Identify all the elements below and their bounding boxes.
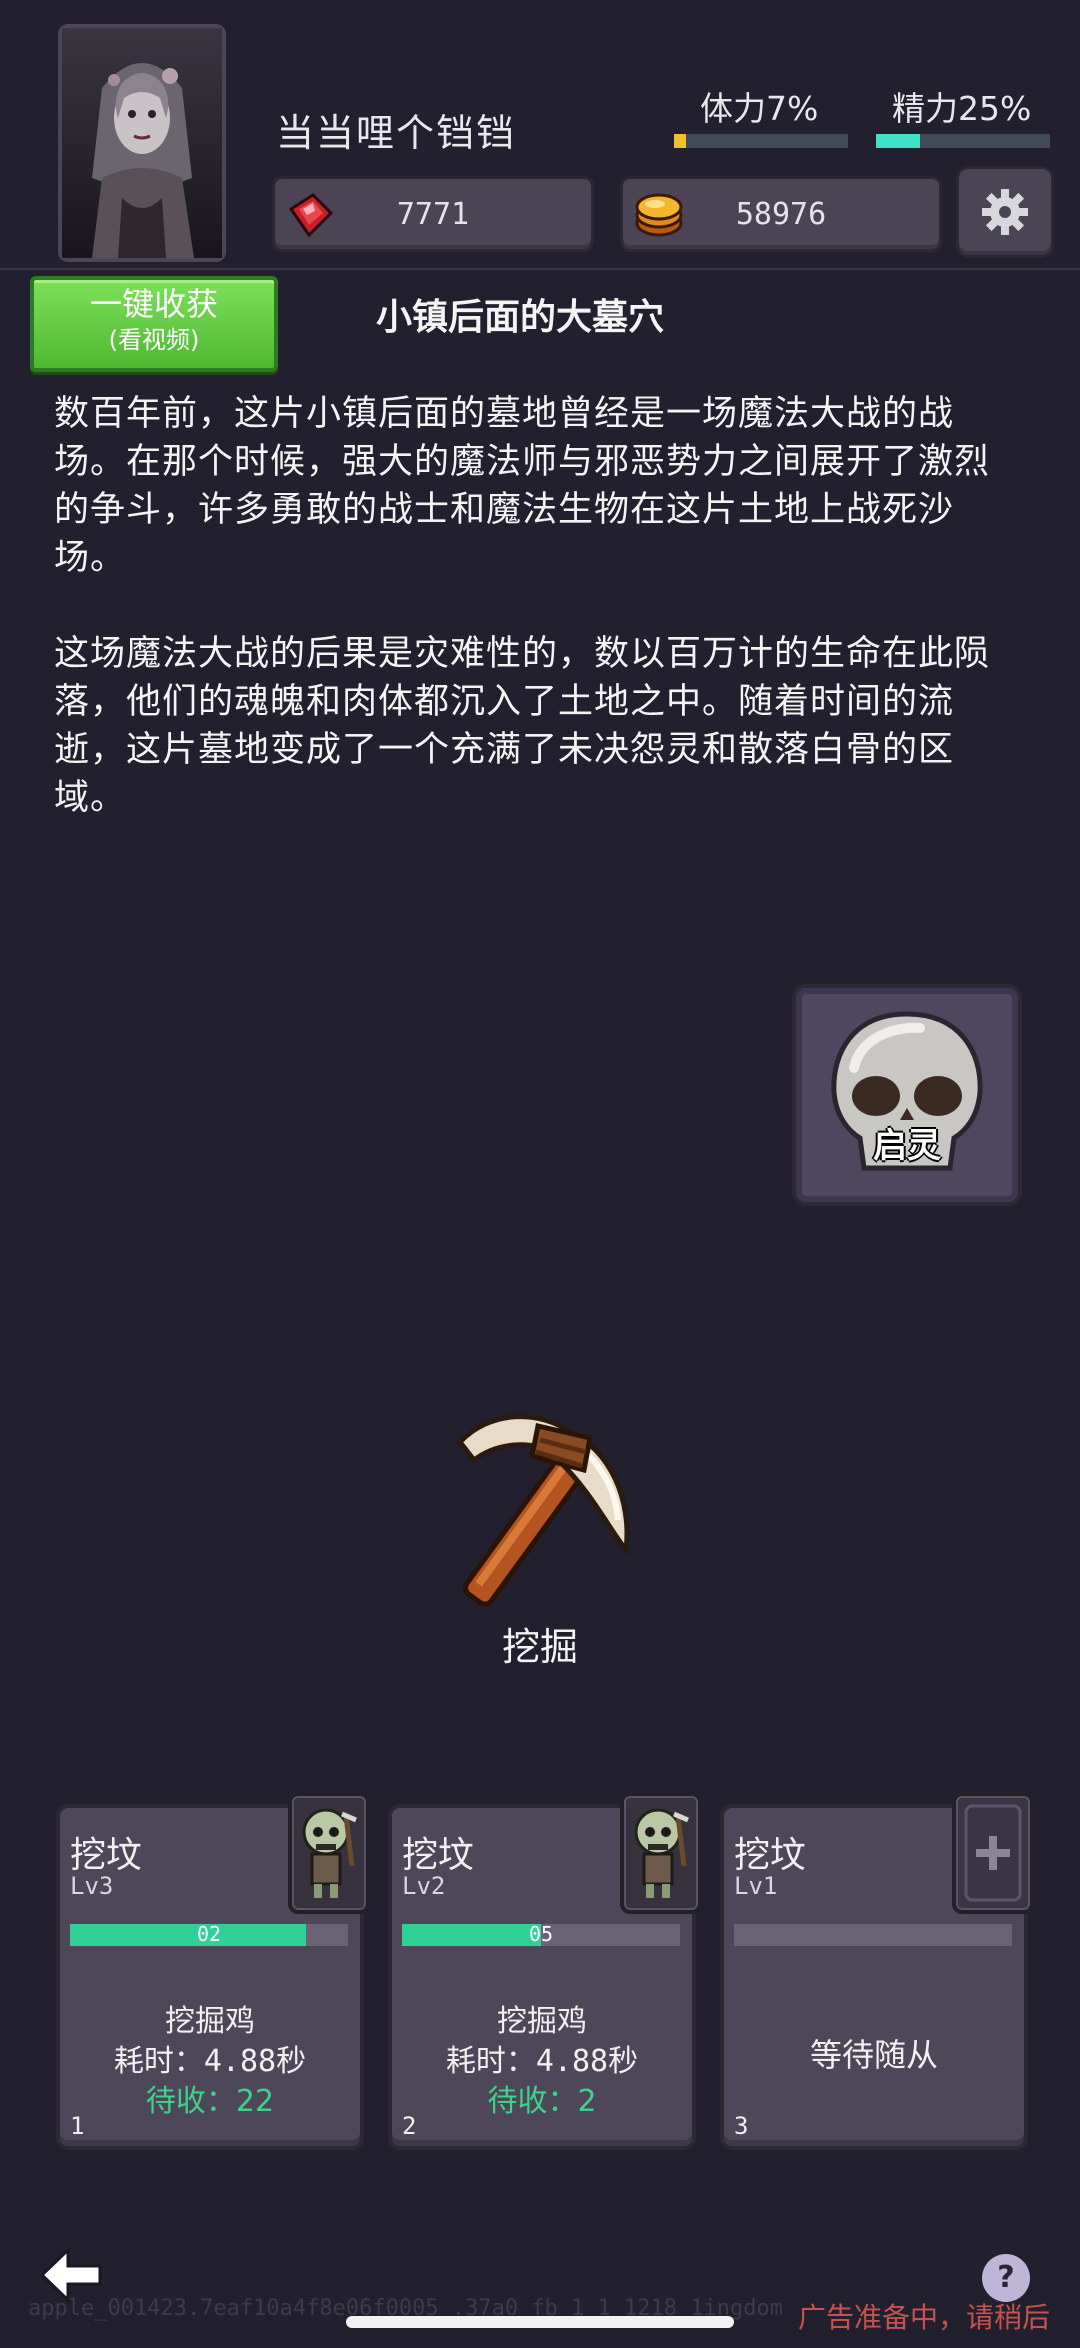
harvest-button-label: 一键收获 (89, 285, 218, 323)
card-slot-number: 3 (734, 2112, 749, 2140)
dig-card-1[interactable]: 挖坟 Lv3 02 挖掘鸡 耗时：4.88秒 待收：22 1 (56, 1792, 370, 2150)
stamina-bar (674, 134, 848, 148)
zombie-worker-icon (634, 1808, 689, 1898)
coins-value: 58976 (735, 197, 827, 232)
card-time-label: 耗时： (113, 2044, 204, 2079)
card-level: Lv2 (402, 1872, 446, 1900)
ad-status-text: 广告准备中，请稍后 (797, 2301, 1050, 2334)
home-indicator[interactable] (346, 2316, 734, 2328)
player-portrait[interactable] (58, 24, 226, 262)
card-level: Lv1 (734, 1872, 778, 1900)
story-paragraph-1: 数百年前，这片小镇后面的墓地曾经是一场魔法大战的战场。在那个时候，强大的魔法师与… (54, 394, 991, 578)
card-pending[interactable]: 待收：2 (392, 2076, 692, 2120)
worker-avatar-button[interactable] (288, 1792, 370, 1914)
portrait-image (62, 28, 222, 258)
dig-card-3[interactable]: 挖坟 Lv1 等待随从 3 (720, 1792, 1034, 2150)
one-click-harvest-button[interactable]: 一键收获 (看视频) (30, 276, 278, 372)
story-paragraph-2: 这场魔法大战的后果是灾难性的，数以百万计的生命在此陨落，他们的魂魄和肉体都沉入了… (54, 634, 991, 818)
card-progress-text: 05 (528, 1922, 554, 1946)
worker-avatar-button[interactable] (620, 1792, 702, 1914)
pickaxe-icon[interactable] (420, 1390, 660, 1630)
add-worker-button[interactable] (952, 1792, 1034, 1914)
coins-counter[interactable]: 58976 (620, 176, 942, 252)
card-time: 耗时：4.88秒 (60, 2036, 360, 2080)
card-time-value: 4.88秒 (203, 2044, 307, 2079)
stamina-stat: 体力7% (700, 82, 818, 130)
zombie-worker-icon (302, 1808, 357, 1898)
card-pending-value: 2 (577, 2084, 597, 2119)
card-progress-bar: 02 (70, 1922, 348, 1946)
player-name: 当当哩个铛铛 (276, 111, 517, 155)
card-slot-number: 1 (70, 2112, 85, 2140)
card-waiting-text: 等待随从 (809, 2036, 938, 2074)
header-divider (0, 268, 1080, 270)
card-pending-label: 待收： (145, 2084, 236, 2119)
card-title: 挖坟 (402, 1835, 475, 1876)
energy-stat: 精力25% (892, 82, 1031, 130)
dig-card-2[interactable]: 挖坟 Lv2 05 挖掘鸡 耗时：4.88秒 待收：2 2 (388, 1792, 702, 2150)
gems-value: 7771 (396, 197, 470, 232)
location-title: 小镇后面的大墓穴 (376, 297, 665, 338)
gems-counter[interactable]: 7771 (272, 176, 594, 252)
energy-label: 精力 (892, 89, 958, 128)
card-title: 挖坟 (70, 1835, 143, 1876)
awaken-spirit-label: 启灵 (873, 1126, 941, 1166)
dig-label[interactable]: 挖掘 (0, 1616, 1080, 1671)
card-title: 挖坟 (734, 1835, 807, 1876)
stamina-percent: 7% (766, 89, 819, 128)
stamina-bar-fill (674, 134, 687, 148)
card-time-value: 4.88秒 (535, 2044, 639, 2079)
plus-icon (964, 1804, 1022, 1902)
card-time: 耗时：4.88秒 (392, 2036, 692, 2080)
card-level: Lv3 (70, 1872, 114, 1900)
energy-percent: 25% (958, 89, 1032, 128)
harvest-button-sublabel: (看视频) (108, 326, 200, 354)
card-pending-label: 待收： (487, 2084, 578, 2119)
card-progress-text: 02 (196, 1922, 222, 1946)
card-progress-bar (734, 1924, 1012, 1946)
gear-icon (982, 189, 1028, 235)
stamina-label: 体力 (700, 89, 766, 128)
card-time-label: 耗时： (445, 2044, 536, 2079)
help-button[interactable]: ? (982, 2254, 1030, 2302)
energy-bar (876, 134, 1050, 148)
energy-bar-fill (876, 134, 920, 148)
card-task: 挖掘鸡 (165, 2004, 255, 2039)
awaken-spirit-button[interactable]: 启灵 (792, 984, 1022, 1206)
settings-button[interactable] (956, 166, 1054, 258)
card-progress-bar: 05 (402, 1922, 680, 1946)
card-slot-number: 2 (402, 2112, 417, 2140)
card-task: 挖掘鸡 (497, 2004, 587, 2039)
card-pending[interactable]: 待收：22 (60, 2076, 360, 2120)
card-pending-value: 22 (235, 2084, 275, 2119)
